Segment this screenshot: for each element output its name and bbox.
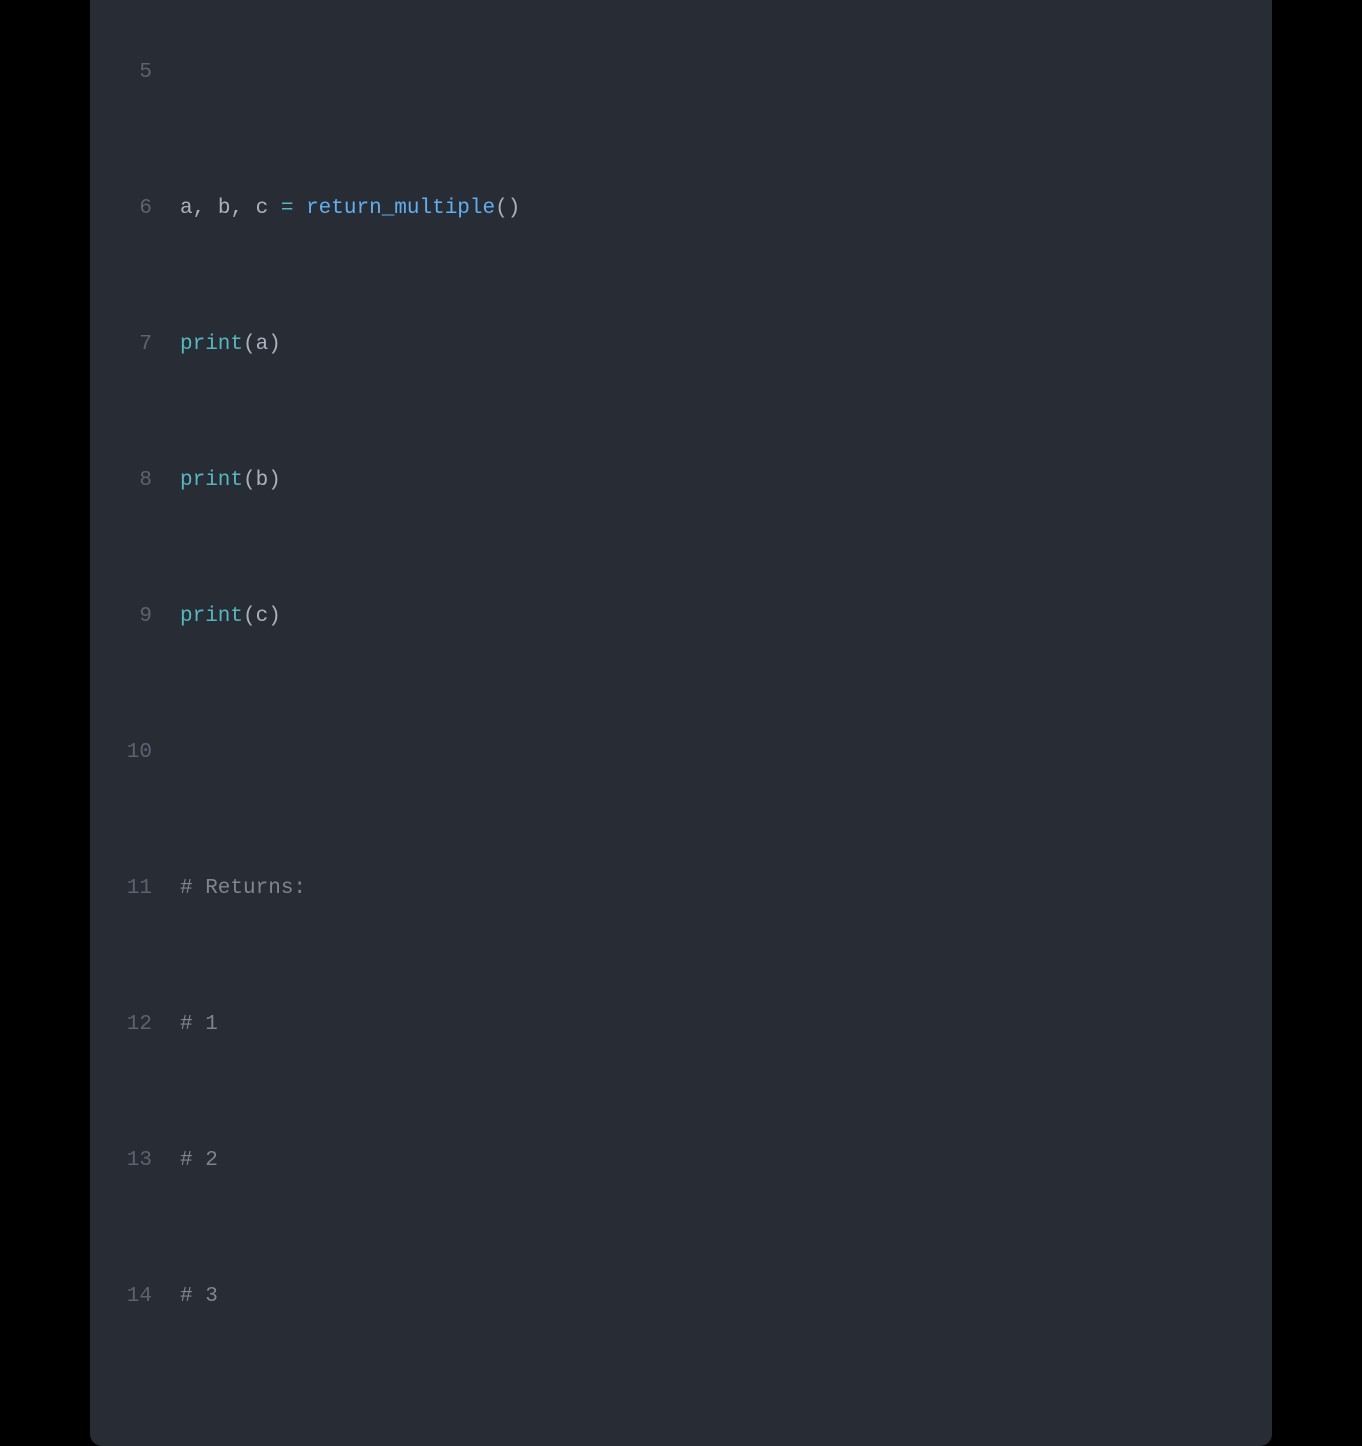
code-line: 5 — [90, 56, 1272, 90]
code-line: 7 print(a) — [90, 328, 1272, 362]
variable-token: a — [256, 333, 269, 356]
line-number: 7 — [90, 328, 152, 362]
comma-token: , — [193, 197, 218, 220]
paren-token: ) — [268, 333, 281, 356]
line-number: 13 — [90, 1144, 152, 1178]
function-call-token: return_multiple — [306, 197, 495, 220]
paren-token: ( — [243, 333, 256, 356]
code-block: 1 # Returning Multiple Values with Direc… — [90, 0, 1272, 1416]
line-number: 10 — [90, 736, 152, 770]
code-content: print(b) — [152, 464, 281, 498]
code-content: a, b, c = return_multiple() — [152, 192, 520, 226]
line-number: 12 — [90, 1008, 152, 1042]
line-number: 8 — [90, 464, 152, 498]
code-line: 10 — [90, 736, 1272, 770]
comment-token: # Returns: — [180, 877, 306, 900]
variable-token: b — [256, 469, 269, 492]
code-content: print(a) — [152, 328, 281, 362]
line-number: 5 — [90, 56, 152, 90]
paren-token: () — [495, 197, 520, 220]
line-number: 14 — [90, 1280, 152, 1314]
paren-token: ) — [268, 469, 281, 492]
variable-token: c — [256, 197, 269, 220]
code-content: # Returns: — [152, 872, 306, 906]
comment-token: # 3 — [180, 1285, 218, 1308]
code-line: 9 print(c) — [90, 600, 1272, 634]
operator-token: = — [268, 197, 306, 220]
code-content: # 1 — [152, 1008, 218, 1042]
code-line: 6 a, b, c = return_multiple() — [90, 192, 1272, 226]
paren-token: ) — [268, 605, 281, 628]
variable-token: b — [218, 197, 231, 220]
paren-token: ( — [243, 605, 256, 628]
line-number: 9 — [90, 600, 152, 634]
code-line: 14 # 3 — [90, 1280, 1272, 1314]
code-line: 11 # Returns: — [90, 872, 1272, 906]
builtin-token: print — [180, 333, 243, 356]
code-line: 12 # 1 — [90, 1008, 1272, 1042]
comment-token: # 1 — [180, 1013, 218, 1036]
variable-token: a — [180, 197, 193, 220]
builtin-token: print — [180, 605, 243, 628]
comma-token: , — [230, 197, 255, 220]
code-content — [152, 736, 180, 770]
variable-token: c — [256, 605, 269, 628]
code-line: 8 print(b) — [90, 464, 1272, 498]
code-content: print(c) — [152, 600, 281, 634]
line-number: 6 — [90, 192, 152, 226]
code-content — [152, 56, 180, 90]
code-window: 1 # Returning Multiple Values with Direc… — [90, 0, 1272, 1446]
comment-token: # 2 — [180, 1149, 218, 1172]
code-content: # 3 — [152, 1280, 218, 1314]
line-number: 11 — [90, 872, 152, 906]
builtin-token: print — [180, 469, 243, 492]
code-content: # 2 — [152, 1144, 218, 1178]
code-line: 13 # 2 — [90, 1144, 1272, 1178]
paren-token: ( — [243, 469, 256, 492]
